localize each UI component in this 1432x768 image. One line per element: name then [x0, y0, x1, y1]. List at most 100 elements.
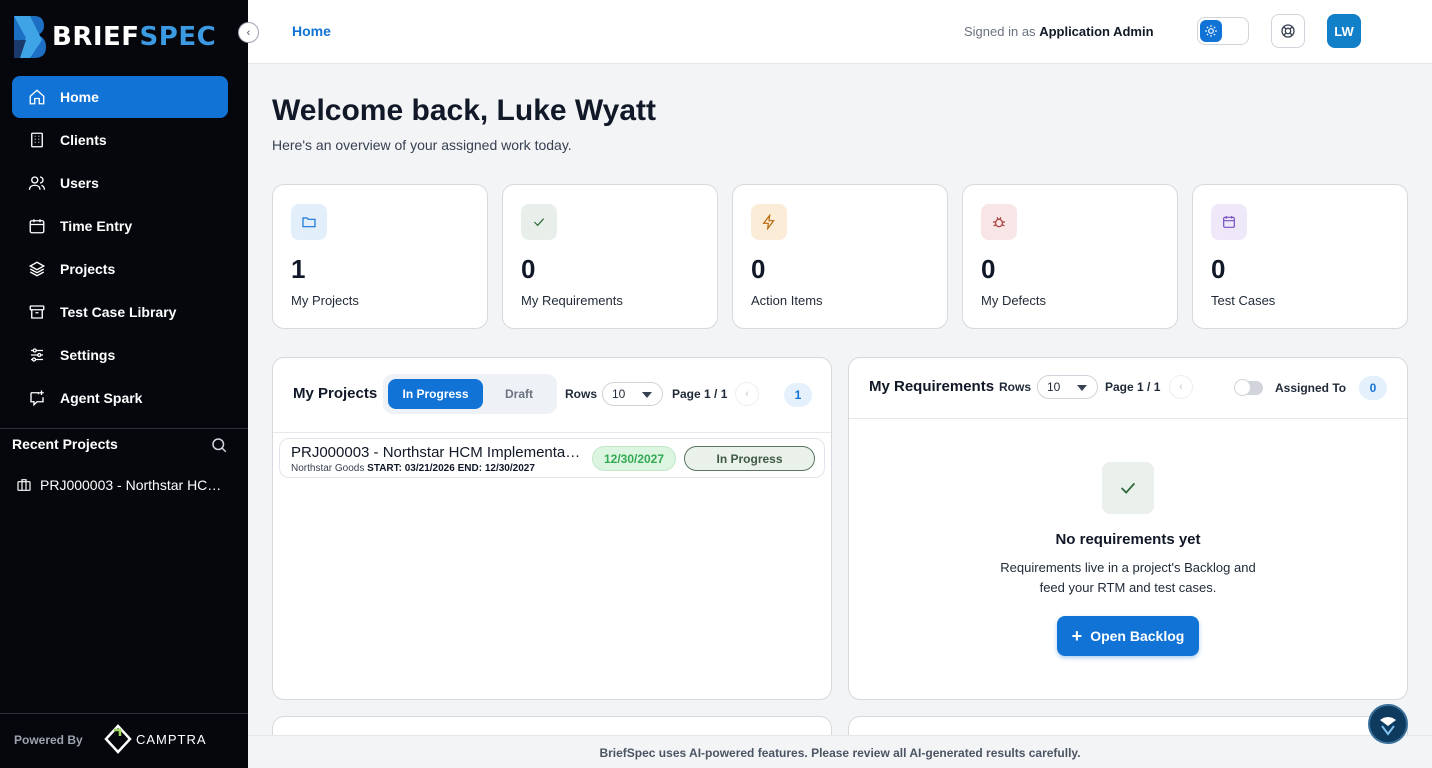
table-row[interactable]: PRJ000003 - Northstar HCM Implementation… — [279, 438, 825, 478]
sidebar-item-test-case-library[interactable]: Test Case Library — [12, 291, 228, 333]
plus-icon: + — [1071, 626, 1083, 646]
stat-card-my-requirements[interactable]: 0 My Requirements — [502, 184, 718, 329]
calendar-icon — [1211, 204, 1247, 240]
stat-card-test-cases[interactable]: 0 Test Cases — [1192, 184, 1408, 329]
sidebar-item-label: Test Case Library — [60, 304, 177, 320]
my-projects-panel: My Projects In Progress Draft Rows 10 Pa… — [272, 357, 832, 700]
recent-projects-title: Recent Projects — [12, 436, 118, 452]
panel-title: My Projects — [293, 385, 378, 402]
topbar: Home Signed in as Application Admin LW — [248, 0, 1432, 64]
lifebuoy-icon — [1281, 24, 1295, 38]
tab-in-progress[interactable]: In Progress — [388, 379, 483, 409]
page-indicator: Page 1 / 1 — [1105, 380, 1161, 394]
project-name: PRJ000003 - Northstar HCM Implementation — [291, 444, 583, 461]
prev-page-button[interactable]: ‹ — [735, 382, 759, 406]
chevron-left-icon: ‹ — [1179, 381, 1183, 393]
signed-in-status: Signed in as Application Admin — [964, 24, 1154, 39]
empty-state-title: No requirements yet — [1055, 531, 1201, 548]
breadcrumb[interactable]: Home — [292, 23, 331, 39]
rows-per-page-select[interactable]: 10 — [1037, 375, 1098, 399]
sidebar-item-settings[interactable]: Settings — [12, 334, 228, 376]
lightning-icon — [751, 204, 787, 240]
stat-label: My Defects — [981, 293, 1047, 308]
stat-label: Test Cases — [1211, 293, 1276, 308]
tab-draft[interactable]: Draft — [487, 379, 551, 409]
logo-mark-icon — [14, 16, 46, 58]
sidebar-item-clients[interactable]: Clients — [12, 119, 228, 161]
sidebar-item-users[interactable]: Users — [12, 162, 228, 204]
theme-toggle[interactable] — [1197, 17, 1249, 45]
page-subtitle: Here's an overview of your assigned work… — [272, 137, 572, 153]
app-logo[interactable]: BRIEFSPEC — [12, 14, 216, 60]
sidebar: BRIEFSPEC Home Clients Users Time Entry … — [0, 0, 248, 768]
sidebar-item-projects[interactable]: Projects — [12, 248, 228, 290]
calendar-icon — [29, 219, 45, 234]
rows-label: Rows — [565, 387, 598, 401]
sidebar-item-home[interactable]: Home — [12, 76, 228, 118]
spark-logo-icon — [1380, 717, 1396, 736]
partner-logo: CAMPTRA — [104, 724, 207, 754]
assigned-to-label: Assigned To — [1275, 381, 1347, 395]
status-badge: In Progress — [684, 446, 815, 471]
sidebar-item-time-entry[interactable]: Time Entry — [12, 205, 228, 247]
panel-header: My Requirements Rows 10 Page 1 / 1 ‹ Ass… — [849, 358, 1407, 419]
agent-spark-launcher[interactable] — [1368, 704, 1408, 744]
open-backlog-button[interactable]: + Open Backlog — [1057, 616, 1199, 656]
stat-value: 0 — [751, 254, 766, 284]
folder-icon — [291, 204, 327, 240]
stat-value: 1 — [291, 254, 306, 284]
caret-down-icon — [642, 392, 652, 398]
check-icon — [521, 204, 557, 240]
stat-label: Action Items — [751, 293, 823, 308]
spark-chat-icon — [30, 390, 44, 407]
status-segmented-control: In Progress Draft — [383, 374, 557, 414]
sidebar-item-label: Clients — [60, 132, 107, 148]
signed-in-user: Application Admin — [1039, 24, 1154, 39]
check-icon — [1102, 462, 1154, 514]
rows-label: Rows — [999, 380, 1032, 394]
sidebar-item-label: Agent Spark — [60, 390, 143, 406]
assigned-to-toggle[interactable] — [1234, 379, 1263, 396]
my-requirements-panel: My Requirements Rows 10 Page 1 / 1 ‹ Ass… — [848, 357, 1408, 700]
project-count-badge: 1 — [784, 383, 812, 407]
project-meta: Northstar Goods START: 03/21/2026 END: 1… — [291, 463, 535, 474]
stat-card-my-projects[interactable]: 1 My Projects — [272, 184, 488, 329]
stat-label: My Requirements — [521, 293, 623, 308]
recent-project-item[interactable]: PRJ000003 - Northstar HCM Implementation — [16, 477, 226, 493]
sun-icon — [1200, 20, 1222, 42]
stat-card-action-items[interactable]: 0 Action Items — [732, 184, 948, 329]
chevron-left-icon: ‹ — [246, 26, 251, 39]
panel-header: My Projects In Progress Draft Rows 10 Pa… — [273, 358, 831, 433]
requirement-count-badge: 0 — [1359, 376, 1387, 400]
powered-by-label: Powered By — [14, 733, 83, 747]
sidebar-item-agent-spark[interactable]: Agent Spark — [12, 377, 228, 419]
building-icon — [31, 132, 43, 148]
sidebar-item-label: Users — [60, 175, 99, 191]
sidebar-item-label: Home — [60, 89, 99, 105]
home-icon — [29, 89, 45, 105]
prev-page-button[interactable]: ‹ — [1169, 375, 1193, 399]
help-button[interactable] — [1271, 14, 1305, 48]
toggle-knob — [1234, 379, 1251, 396]
layers-icon — [28, 261, 46, 277]
sidebar-item-label: Time Entry — [60, 218, 133, 234]
sidebar-collapse-button[interactable]: ‹ — [238, 22, 259, 43]
stat-value: 0 — [1211, 254, 1226, 284]
sidebar-item-label: Projects — [60, 261, 116, 277]
empty-state-description: Requirements live in a project's Backlog… — [1000, 560, 1256, 595]
rows-per-page-select[interactable]: 10 — [602, 382, 663, 406]
sliders-icon — [31, 348, 43, 362]
bug-icon — [981, 204, 1017, 240]
archive-icon — [29, 305, 45, 319]
caret-down-icon — [1077, 385, 1087, 391]
users-icon — [28, 176, 46, 190]
due-date-badge: 12/30/2027 — [592, 446, 676, 471]
brand-name: BRIEFSPEC — [52, 22, 217, 52]
avatar[interactable]: LW — [1327, 14, 1361, 48]
sidebar-divider — [0, 713, 248, 714]
stat-value: 0 — [521, 254, 536, 284]
page-title: Welcome back, Luke Wyatt — [272, 94, 657, 127]
stat-card-my-defects[interactable]: 0 My Defects — [962, 184, 1178, 329]
search-icon[interactable] — [210, 436, 228, 454]
stat-label: My Projects — [291, 293, 359, 308]
